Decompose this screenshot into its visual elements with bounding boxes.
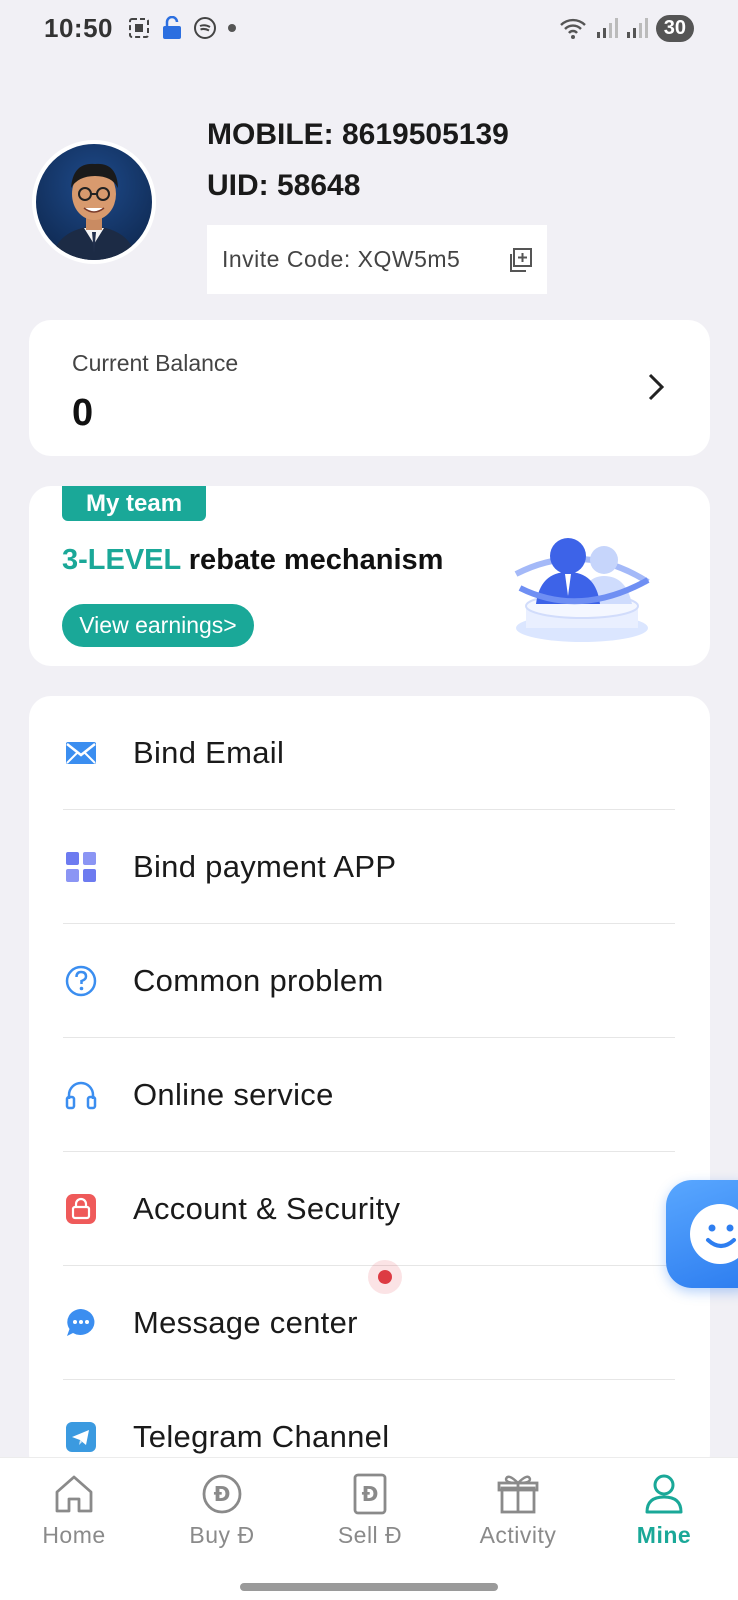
- tab-label: Sell Đ: [337, 1522, 403, 1548]
- team-illustration-icon: [514, 538, 650, 642]
- gift-icon: [497, 1475, 539, 1514]
- balance-value: 0: [72, 392, 94, 434]
- menu-item-label: Telegram Channel: [133, 1419, 390, 1454]
- menu-item-label: Bind Email: [133, 735, 285, 770]
- avatar-illustration-icon: [52, 163, 136, 260]
- menu-item-label: Bind payment APP: [133, 849, 397, 884]
- svg-text:Đ: Đ: [362, 1482, 379, 1506]
- support-chat-button[interactable]: [666, 1180, 738, 1288]
- status-notification-icons: [127, 16, 237, 40]
- tab-buy[interactable]: Đ Buy Đ: [148, 1472, 296, 1549]
- team-badge: My team: [62, 486, 207, 521]
- team-card[interactable]: My team 3-LEVEL rebate mechanism View ea…: [29, 486, 710, 666]
- tab-label: Home: [42, 1522, 106, 1548]
- tab-label: Buy Đ: [189, 1522, 255, 1548]
- chat-bubble-icon: [63, 1305, 99, 1341]
- menu-card: Bind Email Bind payment APP Common probl…: [29, 696, 710, 1476]
- menu-item-label: Online service: [133, 1077, 334, 1112]
- status-system-icons: 30: [558, 14, 694, 42]
- coin-icon: Đ: [202, 1474, 242, 1514]
- balance-label: Current Balance: [72, 350, 239, 376]
- tab-label: Mine: [636, 1522, 692, 1548]
- lock-app-icon: [163, 16, 181, 39]
- signal-icon-1: [596, 18, 618, 38]
- mobile-number: MOBILE: 8619505139: [207, 118, 509, 151]
- battery-indicator: 30: [655, 14, 694, 42]
- menu-item-label: Account & Security: [133, 1191, 401, 1226]
- menu-item-label: Common problem: [133, 963, 384, 998]
- menu-item-online-service[interactable]: Online service: [63, 1038, 675, 1152]
- user-icon: [645, 1474, 683, 1514]
- tab-sell[interactable]: Đ Sell Đ: [296, 1472, 444, 1549]
- avatar[interactable]: [32, 140, 156, 264]
- menu-item-bind-payment-app[interactable]: Bind payment APP: [63, 810, 675, 924]
- tab-activity[interactable]: Activity: [444, 1472, 592, 1549]
- dot-icon: [228, 24, 236, 32]
- tab-mine[interactable]: Mine: [590, 1472, 738, 1549]
- svg-text:Đ: Đ: [214, 1482, 231, 1506]
- view-earnings-button[interactable]: View earnings>: [62, 604, 254, 647]
- lock-icon: [63, 1191, 99, 1227]
- invite-code-text: Invite Code: XQW5m5: [222, 246, 461, 272]
- screenshot-icon: [129, 18, 149, 38]
- grid-icon: [63, 849, 99, 885]
- question-icon: [63, 963, 99, 999]
- status-time: 10:50: [44, 12, 113, 43]
- copy-icon[interactable]: [507, 247, 533, 273]
- invite-code-box: Invite Code: XQW5m5: [207, 225, 547, 294]
- bottom-tab-bar: Home Đ Buy Đ Đ Sell Đ Activity Mine: [0, 1457, 738, 1600]
- mail-icon: [63, 735, 99, 771]
- uid: UID: 58648: [207, 169, 361, 202]
- balance-card[interactable]: Current Balance 0: [29, 320, 710, 456]
- menu-item-label: Message center: [133, 1305, 358, 1340]
- tab-home[interactable]: Home: [0, 1472, 148, 1549]
- telegram-icon: [63, 1419, 99, 1455]
- signal-icon-2: [626, 18, 648, 38]
- tab-label: Activity: [479, 1522, 557, 1548]
- status-bar: 10:50 30: [0, 0, 738, 56]
- headset-icon: [63, 1077, 99, 1113]
- menu-item-account-security[interactable]: Account & Security: [63, 1152, 675, 1266]
- home-icon: [55, 1475, 93, 1513]
- menu-item-common-problem[interactable]: Common problem: [63, 924, 675, 1038]
- home-indicator[interactable]: [240, 1583, 498, 1591]
- team-title: 3-LEVEL rebate mechanism: [62, 544, 443, 577]
- menu-item-bind-email[interactable]: Bind Email: [63, 696, 675, 810]
- notification-dot: [368, 1260, 402, 1294]
- smiley-chat-icon: [690, 1204, 738, 1264]
- team-title-rest: rebate mechanism: [180, 544, 444, 576]
- doc-coin-icon: Đ: [353, 1473, 387, 1515]
- wifi-icon: [559, 18, 586, 39]
- spotify-icon: [194, 17, 216, 39]
- team-title-highlight: 3-LEVEL: [62, 544, 181, 576]
- chevron-right-icon: [648, 373, 665, 401]
